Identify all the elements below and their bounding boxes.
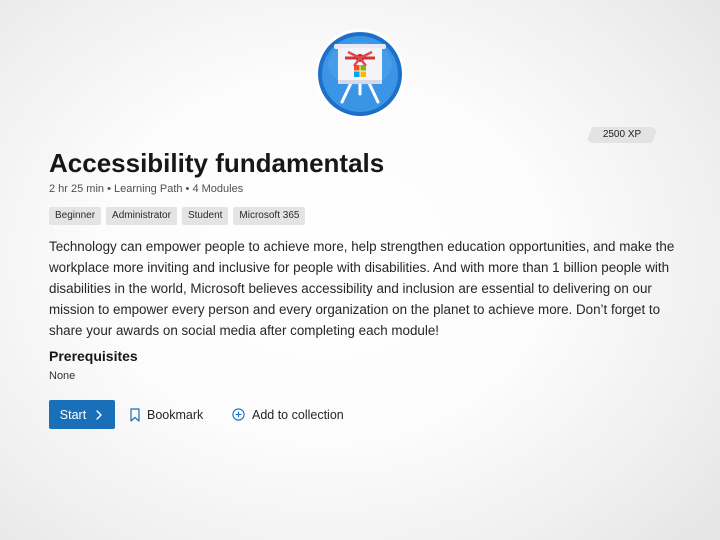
bookmark-label: Bookmark xyxy=(147,407,204,422)
prerequisites-heading: Prerequisites xyxy=(49,348,138,364)
tag-level[interactable]: Beginner xyxy=(49,207,102,225)
learning-path-badge-icon xyxy=(314,28,406,120)
tag-product[interactable]: Microsoft 365 xyxy=(233,207,306,225)
bookmark-icon xyxy=(130,407,140,422)
prerequisites-value: None xyxy=(49,370,76,382)
start-button[interactable]: Start xyxy=(49,400,115,429)
tag-role-administrator[interactable]: Administrator xyxy=(106,207,177,225)
tag-list: Beginner Administrator Student Microsoft… xyxy=(49,207,306,225)
add-to-collection-button[interactable]: Add to collection xyxy=(232,400,344,429)
start-button-label: Start xyxy=(59,407,87,422)
bookmark-button[interactable]: Bookmark xyxy=(130,400,203,429)
add-circle-icon xyxy=(232,408,245,421)
chevron-right-icon xyxy=(96,409,102,420)
module-description: Technology can empower people to achieve… xyxy=(49,239,675,338)
page-title: Accessibility fundamentals xyxy=(49,148,385,178)
tag-role-student[interactable]: Student xyxy=(181,207,229,225)
add-to-collection-label: Add to collection xyxy=(252,407,344,422)
module-meta: 2 hr 25 min • Learning Path • 4 Modules xyxy=(49,183,244,195)
xp-badge: 2500 XP xyxy=(586,127,658,143)
